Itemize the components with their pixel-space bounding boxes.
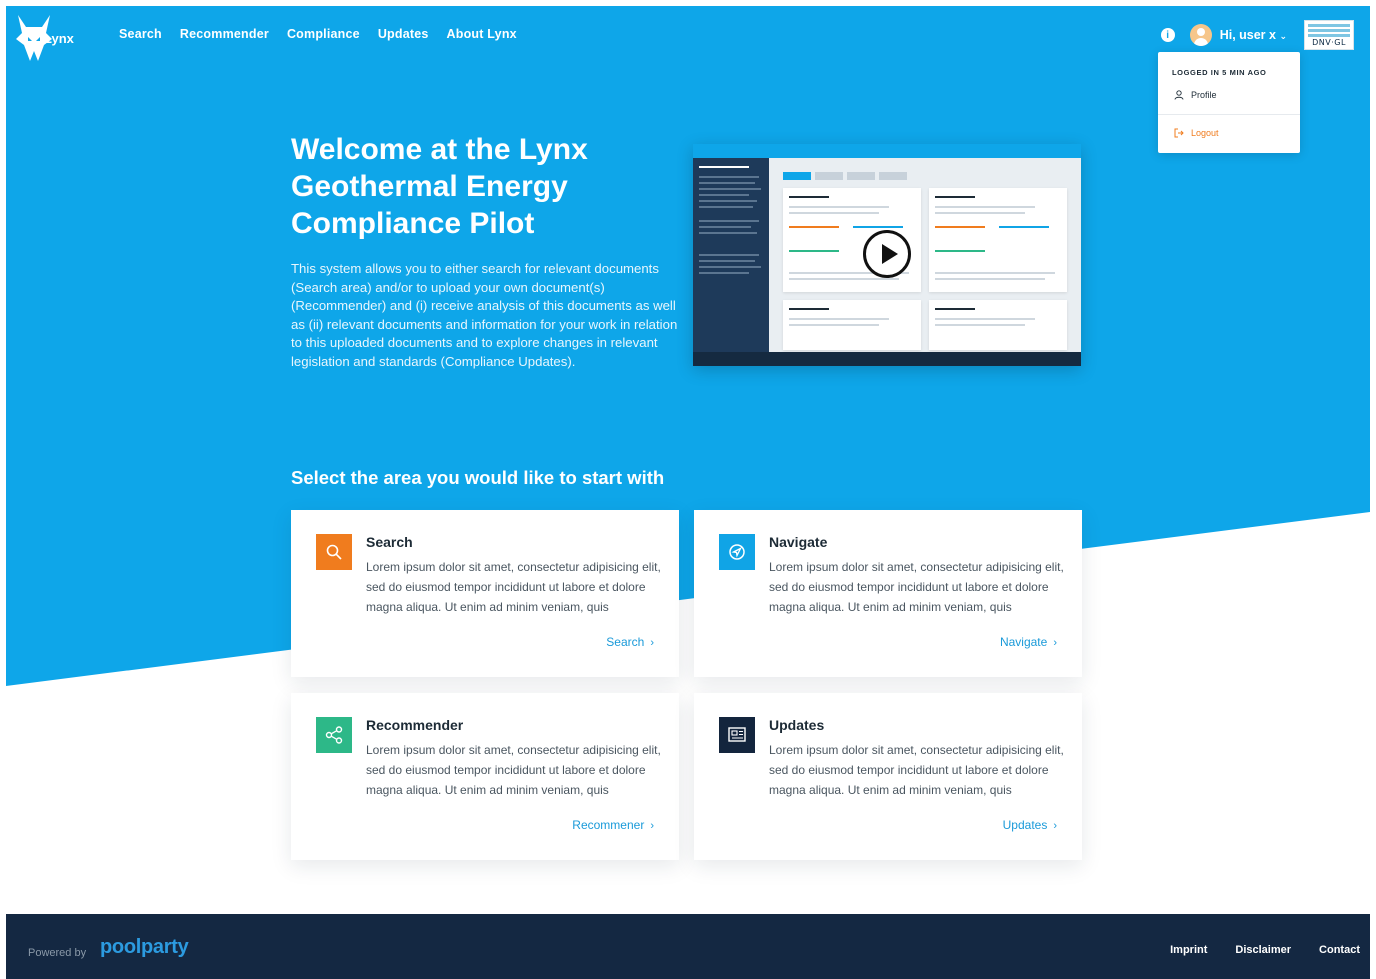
- card-title: Search: [366, 534, 413, 550]
- logo-text: Lynx: [44, 30, 74, 46]
- share-icon: [316, 717, 352, 753]
- user-icon: [1174, 90, 1184, 100]
- chevron-right-icon: ›: [1053, 820, 1057, 832]
- card-link-label: Updates: [1002, 818, 1048, 832]
- card-navigate: Navigate Lorem ipsum dolor sit amet, con…: [694, 510, 1082, 677]
- card-link-label: Search: [606, 635, 645, 649]
- recommender-link[interactable]: Recommener ›: [572, 818, 654, 832]
- nav-search[interactable]: Search: [119, 27, 162, 41]
- logout-menu-item[interactable]: Logout: [1174, 128, 1219, 138]
- card-title: Updates: [769, 717, 825, 733]
- dropdown-divider: [1158, 114, 1300, 115]
- updates-link[interactable]: Updates ›: [1003, 818, 1057, 832]
- footer: Powered by poolparty Imprint Disclaimer …: [6, 914, 1370, 979]
- card-link-label: Recommener: [572, 818, 645, 832]
- login-status: LOGGED IN 5 MIN AGO: [1172, 68, 1267, 77]
- info-icon[interactable]: i: [1160, 28, 1175, 42]
- powered-by-label: Powered by: [28, 947, 87, 959]
- hero-description: This system allows you to either search …: [291, 261, 678, 369]
- search-link[interactable]: Search ›: [606, 635, 654, 649]
- navigate-link[interactable]: Navigate ›: [1000, 635, 1057, 649]
- nav-about[interactable]: About Lynx: [447, 27, 517, 41]
- preview-sidebar: [693, 158, 769, 352]
- footer-disclaimer[interactable]: Disclaimer: [1235, 944, 1291, 956]
- card-description: Lorem ipsum dolor sit amet, consectetur …: [769, 560, 1064, 614]
- avatar[interactable]: [1189, 24, 1212, 46]
- profile-label: Profile: [1191, 90, 1217, 100]
- page: Lynx Search Recommender Compliance Updat…: [6, 6, 1370, 979]
- chevron-right-icon: ›: [1053, 637, 1057, 649]
- nav-right: i Hi, user x ⌄ DNV·GL: [1160, 20, 1354, 50]
- card-recommender: Recommender Lorem ipsum dolor sit amet, …: [291, 693, 679, 860]
- poolparty-logo[interactable]: poolparty: [100, 936, 189, 959]
- play-icon[interactable]: [863, 230, 911, 278]
- newspaper-icon: [719, 717, 755, 753]
- card-title: Recommender: [366, 717, 464, 733]
- section-title: Select the area you would like to start …: [291, 467, 665, 488]
- card-description: Lorem ipsum dolor sit amet, consectetur …: [366, 743, 661, 797]
- chevron-down-icon: ⌄: [1279, 31, 1287, 41]
- card-description: Lorem ipsum dolor sit amet, consectetur …: [769, 743, 1064, 797]
- user-greeting: Hi, user x: [1219, 28, 1276, 42]
- logout-label: Logout: [1191, 128, 1219, 138]
- nav-recommender[interactable]: Recommender: [180, 27, 269, 41]
- nav-links: Search Recommender Compliance Updates Ab…: [119, 27, 535, 41]
- preview-header: [693, 144, 1081, 158]
- footer-contact[interactable]: Contact: [1319, 944, 1360, 956]
- hero-title: Welcome at the Lynx Geothermal Energy Co…: [291, 131, 671, 242]
- chevron-right-icon: ›: [650, 820, 654, 832]
- footer-imprint[interactable]: Imprint: [1170, 944, 1207, 956]
- hero-title-line: Compliance Pilot: [291, 207, 535, 240]
- preview-footer: [693, 352, 1081, 366]
- hero-title-line: Welcome at the Lynx: [291, 133, 588, 166]
- video-preview[interactable]: [693, 144, 1081, 366]
- card-description: Lorem ipsum dolor sit amet, consectetur …: [366, 560, 661, 614]
- card-link-label: Navigate: [999, 635, 1048, 649]
- search-icon: [316, 534, 352, 570]
- card-updates: Updates Lorem ipsum dolor sit amet, cons…: [694, 693, 1082, 860]
- logout-icon: [1174, 128, 1184, 138]
- nav-updates[interactable]: Updates: [378, 27, 429, 41]
- dnv-gl-logo: DNV·GL: [1304, 20, 1354, 50]
- card-title: Navigate: [769, 534, 828, 550]
- dnv-gl-label: DNV·GL: [1312, 38, 1346, 47]
- user-menu[interactable]: Hi, user x ⌄: [1220, 28, 1287, 42]
- navigate-icon: [719, 534, 755, 570]
- chevron-right-icon: ›: [650, 637, 654, 649]
- lynx-logo[interactable]: Lynx: [16, 14, 96, 62]
- nav-compliance[interactable]: Compliance: [287, 27, 360, 41]
- footer-links: Imprint Disclaimer Contact: [1142, 944, 1360, 956]
- profile-menu-item[interactable]: Profile: [1174, 90, 1217, 100]
- user-dropdown: LOGGED IN 5 MIN AGO Profile Logout: [1158, 52, 1300, 153]
- card-search: Search Lorem ipsum dolor sit amet, conse…: [291, 510, 679, 677]
- hero-title-line: Geothermal Energy: [291, 170, 568, 203]
